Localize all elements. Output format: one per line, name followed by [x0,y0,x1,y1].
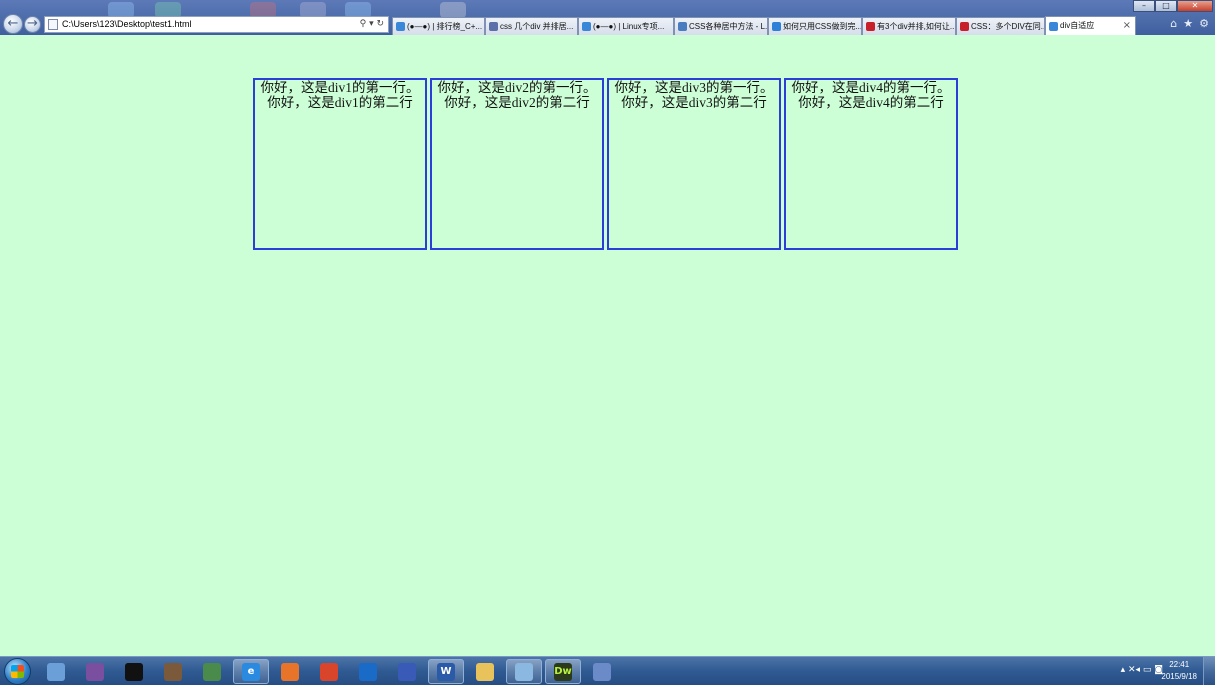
calculator-icon [86,662,104,681]
back-arrow-icon: ← [7,16,19,31]
taskbar-app-button[interactable] [389,659,425,684]
browser-tab[interactable]: css 几个div 并排居... [485,17,578,35]
div-line-1: 你好，这是div2的第一行。 [437,80,597,95]
tab-favicon-icon [960,22,969,31]
dreamweaver-icon: Dw [554,662,572,681]
taskbar-app-button[interactable] [194,659,230,684]
tab-favicon-icon [678,22,687,31]
forward-arrow-icon: → [27,16,38,31]
div-line-2: 你好，这是div3的第二行 [621,95,767,110]
taskbar-app-button[interactable] [116,659,152,684]
taskbar-app-button[interactable]: e [233,659,269,684]
start-button[interactable] [4,658,31,685]
div-box-1: 你好，这是div1的第一行。 你好，这是div1的第二行 [253,78,427,250]
tab-strip: (●—●) | 排行榜_C+... css 几个div 并排居... (●—●) |… [392,16,1136,35]
taskbar-app-button[interactable]: W [428,659,464,684]
page-icon [48,19,58,30]
browser-tab[interactable]: (●—●) | 排行榜_C+... [392,17,485,35]
tab-favicon-icon [489,22,498,31]
address-bar[interactable]: C:\Users\123\Desktop\test1.html ⚲ ▾ ↻ [44,16,389,33]
div-line-2: 你好，这是div2的第二行 [444,95,590,110]
address-tools[interactable]: ⚲ ▾ ↻ [360,17,384,32]
browser-tab[interactable]: div自适应 × [1045,16,1136,35]
window-controls: – □ ✕ [1133,0,1213,12]
tab-favicon-icon [582,22,591,31]
div-line-1: 你好，这是div1的第一行。 [260,80,420,95]
settings-icon[interactable]: ⚙ [1199,17,1209,30]
forward-button[interactable]: → [24,16,41,33]
browser-tab[interactable]: CSS：多个DIV在同... [956,17,1045,35]
address-url[interactable]: C:\Users\123\Desktop\test1.html [62,17,192,32]
windows-logo-icon [11,665,24,678]
word-icon: W [437,662,455,681]
folder-icon [476,662,494,681]
favorites-icon[interactable]: ★ [1183,17,1193,30]
div-line-1: 你好，这是div4的第一行。 [791,80,951,95]
div-line-2: 你好，这是div1的第二行 [267,95,413,110]
clock-date: 2015/9/18 [1161,672,1197,681]
pen-icon [593,662,611,681]
browser-tab[interactable]: (●—●) | Linux专项... [578,17,674,35]
glasses-icon [398,662,416,681]
clock-time: 22:41 [1169,660,1190,669]
maximize-button[interactable]: □ [1155,0,1177,12]
browser-tab[interactable]: 如何只用CSS做到完... [768,17,862,35]
back-button[interactable]: ← [3,14,23,34]
taskbar-app-button[interactable] [311,659,347,684]
taskbar-app-button[interactable] [272,659,308,684]
image-viewer-icon [515,662,533,681]
tab-label: div自适应 [1060,21,1095,30]
book-icon [164,662,182,681]
close-button[interactable]: ✕ [1177,0,1213,12]
show-desktop-button[interactable] [1203,657,1215,685]
div-box-3: 你好，这是div3的第一行。 你好，这是div3的第二行 [607,78,781,250]
div-box-2: 你好，这是div2的第一行。 你好，这是div2的第二行 [430,78,604,250]
tab-favicon-icon [396,22,405,31]
spreadsheet-icon [203,662,221,681]
minimize-button[interactable]: – [1133,0,1155,12]
taskbar-app-button[interactable] [155,659,191,684]
tab-close-icon[interactable]: × [1123,18,1131,34]
tab-label: 有3个div并排,如何让... [877,21,956,31]
browser-tab[interactable]: CSS各种居中方法 - L... [674,17,768,35]
browser-tab[interactable]: 有3个div并排,如何让... [862,17,956,35]
div-line-1: 你好，这是div3的第一行。 [614,80,774,95]
firefox-icon [281,662,299,681]
tab-favicon-icon [772,22,781,31]
taskbar-app-button[interactable] [350,659,386,684]
taskbar-app-button[interactable] [506,659,542,684]
tab-label: CSS各种居中方法 - L... [689,21,768,31]
clock[interactable]: 22:41 2015/9/18 [1161,659,1197,683]
taskbar-app-button[interactable]: Dw [545,659,581,684]
home-icon[interactable]: ⌂ [1170,17,1177,30]
tab-favicon-icon [1049,21,1058,31]
div-line-2: 你好，这是div4的第二行 [798,95,944,110]
app-glyph: W [440,666,452,677]
taskbar-app-button[interactable] [467,659,503,684]
tab-label: CSS：多个DIV在同... [971,21,1045,31]
taskbar-app-button[interactable] [584,659,620,684]
taskbar-app-button[interactable] [77,659,113,684]
taskbar-app-button[interactable] [38,659,74,684]
tab-label: (●—●) | Linux专项... [593,21,665,31]
tab-label: css 几个div 并排居... [500,21,574,31]
browser-chrome: ← → C:\Users\123\Desktop\test1.html ⚲ ▾ … [0,0,1215,35]
qq-penguin-icon [125,662,143,681]
tab-favicon-icon [866,22,875,31]
app-glyph: e [247,666,255,677]
file-document-icon [47,662,65,681]
system-tray[interactable]: ▴ ✕◂ ▭ ◙ [1121,665,1163,675]
teamviewer-icon [359,662,377,681]
internet-explorer-icon: e [242,662,260,681]
div-box-4: 你好，这是div4的第一行。 你好，这是div4的第二行 [784,78,958,250]
tab-label: 如何只用CSS做到完... [783,21,862,31]
page-content: 你好，这是div1的第一行。 你好，这是div1的第二行 你好，这是div2的第… [0,35,1215,656]
toolbar-icons: ⌂ ★ ⚙ [1170,17,1209,30]
tab-label: (●—●) | 排行榜_C+... [407,21,483,31]
chrome-icon [320,662,338,681]
app-glyph: Dw [554,666,572,677]
taskbar: e W Dw ▴ ✕◂ ▭ ◙ 22:41 2015/9/18 [0,656,1215,685]
